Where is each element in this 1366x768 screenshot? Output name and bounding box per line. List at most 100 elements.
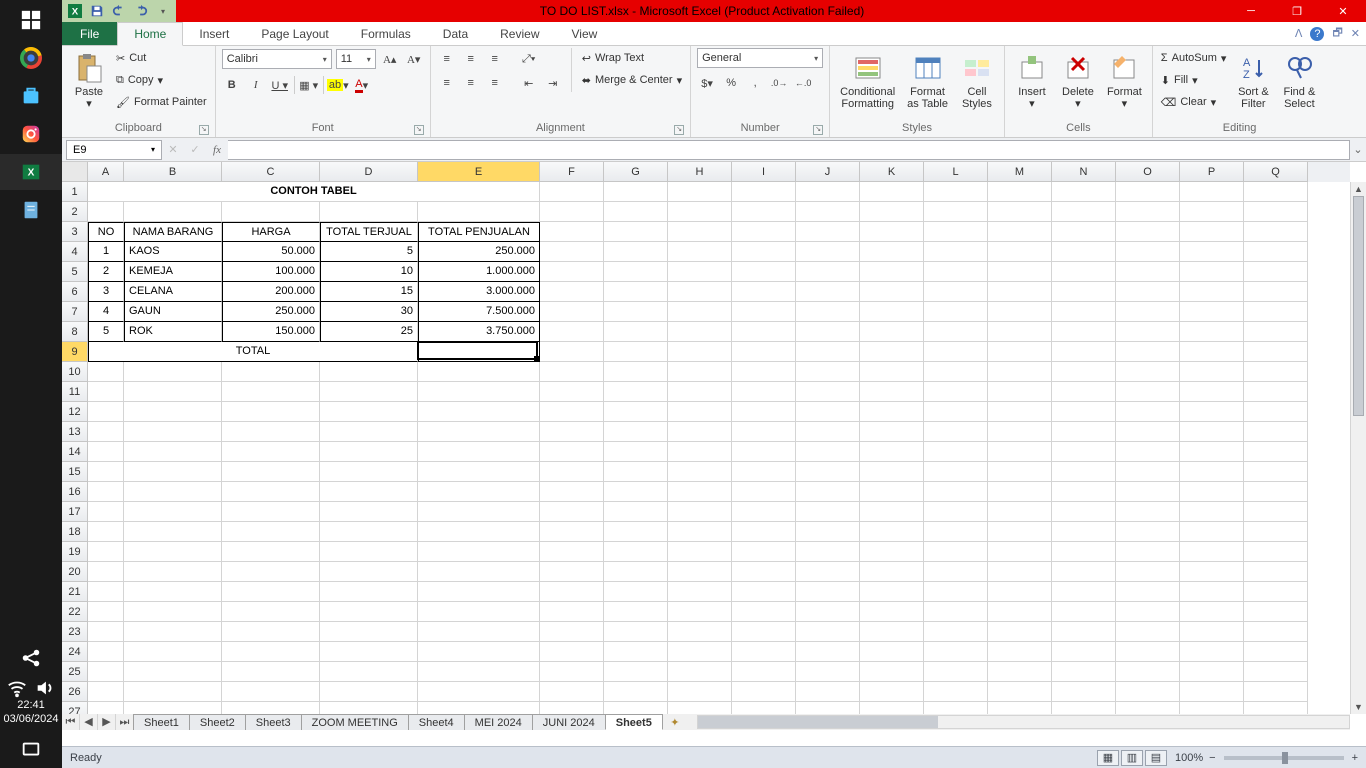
cell-P12[interactable] <box>1180 402 1244 422</box>
cell-K25[interactable] <box>860 662 924 682</box>
cell-D15[interactable] <box>320 462 418 482</box>
cell-P14[interactable] <box>1180 442 1244 462</box>
cell-O7[interactable] <box>1116 302 1180 322</box>
cell-L8[interactable] <box>924 322 988 342</box>
system-tray[interactable] <box>0 678 62 698</box>
cell-B20[interactable] <box>124 562 222 582</box>
cell-E9[interactable] <box>418 342 540 362</box>
cell-E21[interactable] <box>418 582 540 602</box>
cell-D11[interactable] <box>320 382 418 402</box>
cell-P25[interactable] <box>1180 662 1244 682</box>
cell-D25[interactable] <box>320 662 418 682</box>
cell-B5[interactable]: KEMEJA <box>124 262 222 282</box>
align-middle-icon[interactable]: ≡ <box>461 49 481 69</box>
cell-F18[interactable] <box>540 522 604 542</box>
cell-D4[interactable]: 5 <box>320 242 418 262</box>
cell-G10[interactable] <box>604 362 668 382</box>
cell-C15[interactable] <box>222 462 320 482</box>
cell-A1[interactable]: CONTOH TABEL <box>88 182 540 202</box>
cell-I15[interactable] <box>732 462 796 482</box>
comma-format-icon[interactable]: , <box>745 73 765 93</box>
cell-P21[interactable] <box>1180 582 1244 602</box>
row-header-15[interactable]: 15 <box>62 462 88 482</box>
page-break-view-icon[interactable]: ▤ <box>1145 750 1167 766</box>
cell-G19[interactable] <box>604 542 668 562</box>
cell-M11[interactable] <box>988 382 1052 402</box>
cell-G11[interactable] <box>604 382 668 402</box>
cell-A3[interactable]: NO <box>88 222 124 242</box>
cell-C4[interactable]: 50.000 <box>222 242 320 262</box>
cell-H23[interactable] <box>668 622 732 642</box>
cell-P23[interactable] <box>1180 622 1244 642</box>
col-header-J[interactable]: J <box>796 162 860 182</box>
cell-K6[interactable] <box>860 282 924 302</box>
cell-E26[interactable] <box>418 682 540 702</box>
cell-L19[interactable] <box>924 542 988 562</box>
italic-button[interactable]: I <box>246 75 266 95</box>
cell-G12[interactable] <box>604 402 668 422</box>
cell-Q3[interactable] <box>1244 222 1308 242</box>
cell-A22[interactable] <box>88 602 124 622</box>
row-header-26[interactable]: 26 <box>62 682 88 702</box>
cell-A9[interactable]: TOTAL <box>88 342 418 362</box>
cell-K18[interactable] <box>860 522 924 542</box>
cell-F8[interactable] <box>540 322 604 342</box>
cell-M21[interactable] <box>988 582 1052 602</box>
cell-K9[interactable] <box>860 342 924 362</box>
cell-M13[interactable] <box>988 422 1052 442</box>
cell-B16[interactable] <box>124 482 222 502</box>
percent-format-icon[interactable]: % <box>721 73 741 93</box>
sheet-tab-sheet4[interactable]: Sheet4 <box>408 714 465 730</box>
col-header-F[interactable]: F <box>540 162 604 182</box>
row-header-9[interactable]: 9 <box>62 342 88 362</box>
cell-I9[interactable] <box>732 342 796 362</box>
cell-N4[interactable] <box>1052 242 1116 262</box>
cell-I14[interactable] <box>732 442 796 462</box>
excel-taskbar-icon[interactable]: X <box>0 154 62 190</box>
cell-N10[interactable] <box>1052 362 1116 382</box>
cell-D6[interactable]: 15 <box>320 282 418 302</box>
normal-view-icon[interactable]: ▦ <box>1097 750 1119 766</box>
cell-M20[interactable] <box>988 562 1052 582</box>
cell-M23[interactable] <box>988 622 1052 642</box>
cell-J13[interactable] <box>796 422 860 442</box>
cell-D19[interactable] <box>320 542 418 562</box>
cell-M9[interactable] <box>988 342 1052 362</box>
name-box[interactable]: E9▾ <box>66 140 162 160</box>
cell-M7[interactable] <box>988 302 1052 322</box>
tab-formulas[interactable]: Formulas <box>345 22 427 45</box>
cell-Q17[interactable] <box>1244 502 1308 522</box>
cell-N15[interactable] <box>1052 462 1116 482</box>
cell-K19[interactable] <box>860 542 924 562</box>
cell-D14[interactable] <box>320 442 418 462</box>
font-dialog-launcher[interactable]: ↘ <box>414 125 424 135</box>
copy-button[interactable]: ⧉Copy ▾ <box>114 70 209 90</box>
align-top-icon[interactable]: ≡ <box>437 49 457 69</box>
share-icon[interactable] <box>0 640 62 676</box>
decrease-indent-icon[interactable]: ⇤ <box>519 73 539 93</box>
zoom-out-button[interactable]: − <box>1209 752 1215 764</box>
sheet-tab-sheet2[interactable]: Sheet2 <box>189 714 246 730</box>
cell-P1[interactable] <box>1180 182 1244 202</box>
cell-J7[interactable] <box>796 302 860 322</box>
cell-O6[interactable] <box>1116 282 1180 302</box>
cell-A17[interactable] <box>88 502 124 522</box>
cell-A8[interactable]: 5 <box>88 322 124 342</box>
cell-H20[interactable] <box>668 562 732 582</box>
cell-C24[interactable] <box>222 642 320 662</box>
cell-F25[interactable] <box>540 662 604 682</box>
cell-Q10[interactable] <box>1244 362 1308 382</box>
cell-C13[interactable] <box>222 422 320 442</box>
cell-Q21[interactable] <box>1244 582 1308 602</box>
cell-L22[interactable] <box>924 602 988 622</box>
cell-M14[interactable] <box>988 442 1052 462</box>
align-right-icon[interactable]: ≡ <box>485 73 505 93</box>
cell-Q2[interactable] <box>1244 202 1308 222</box>
cell-K8[interactable] <box>860 322 924 342</box>
expand-formula-bar-icon[interactable]: ⌄ <box>1350 143 1366 156</box>
notifications-icon[interactable] <box>0 732 62 768</box>
cell-N14[interactable] <box>1052 442 1116 462</box>
cell-F10[interactable] <box>540 362 604 382</box>
cell-L26[interactable] <box>924 682 988 702</box>
cell-Q13[interactable] <box>1244 422 1308 442</box>
